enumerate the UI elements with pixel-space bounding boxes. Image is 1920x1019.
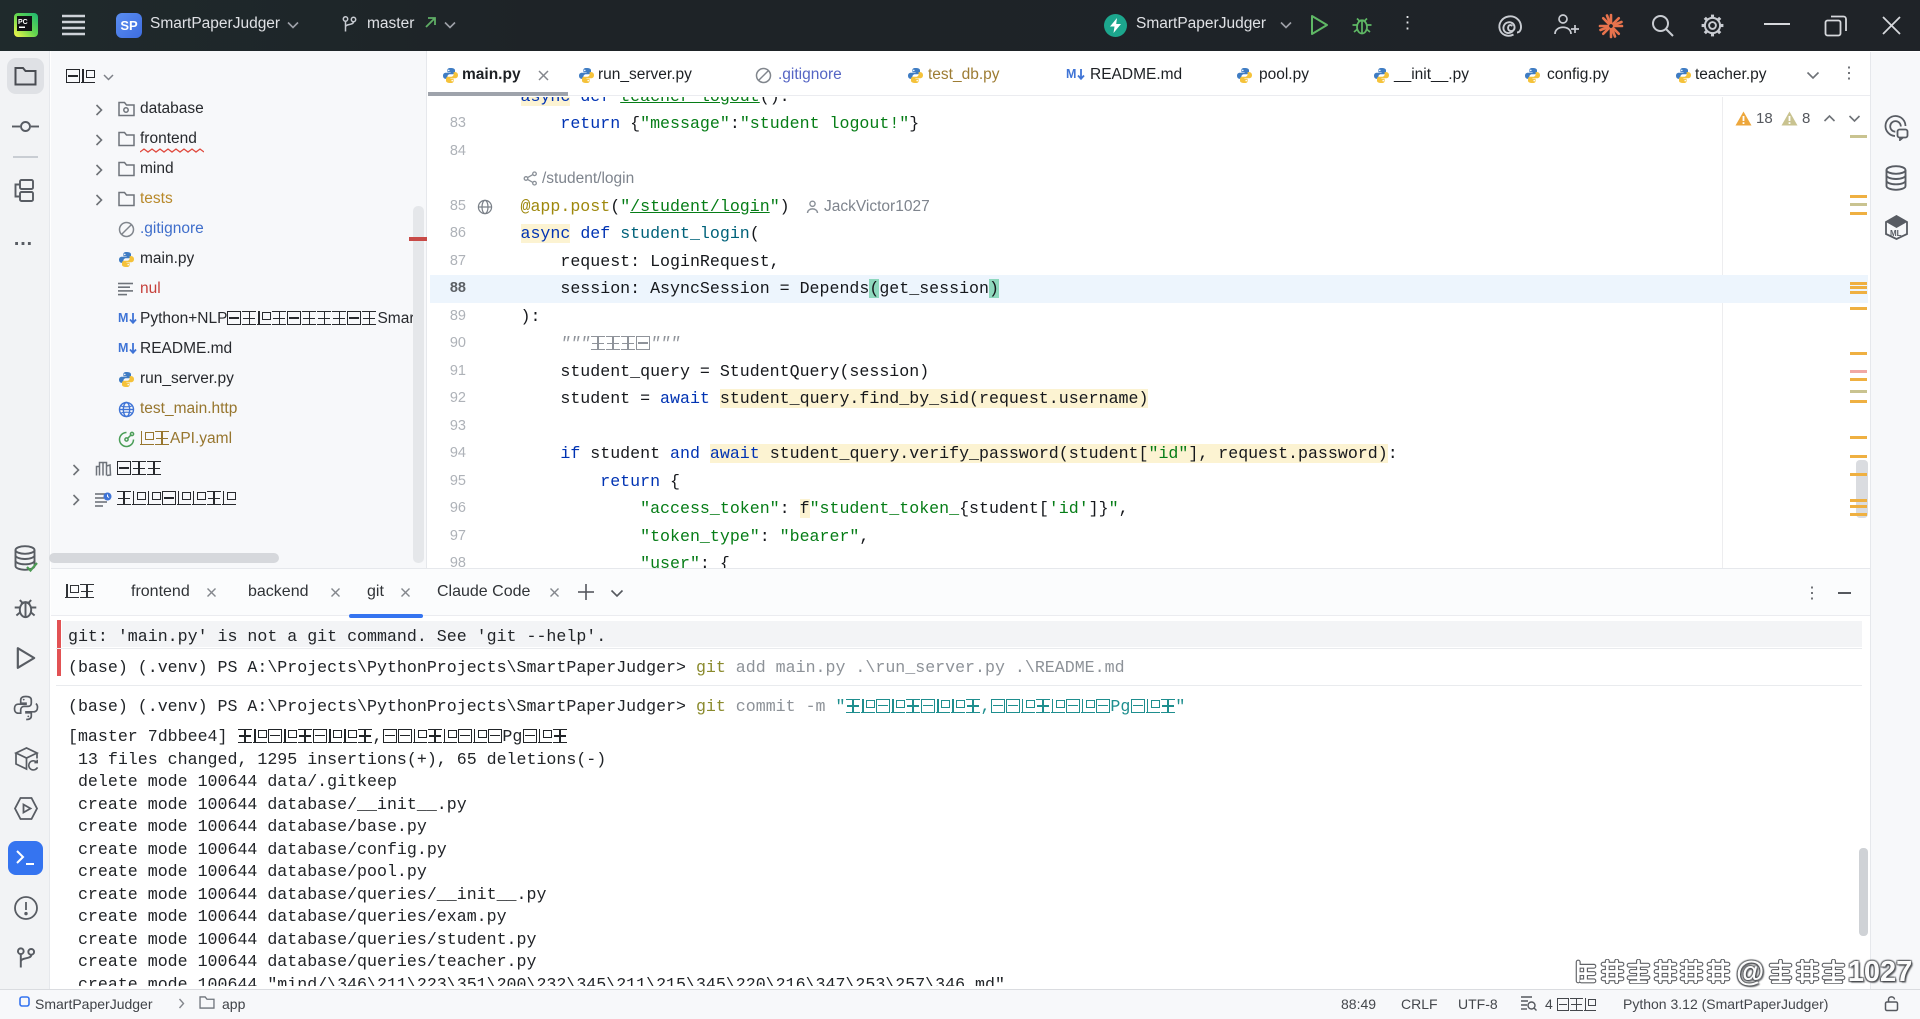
svg-text:ML: ML	[1890, 229, 1902, 238]
svg-text:PC: PC	[18, 19, 28, 26]
